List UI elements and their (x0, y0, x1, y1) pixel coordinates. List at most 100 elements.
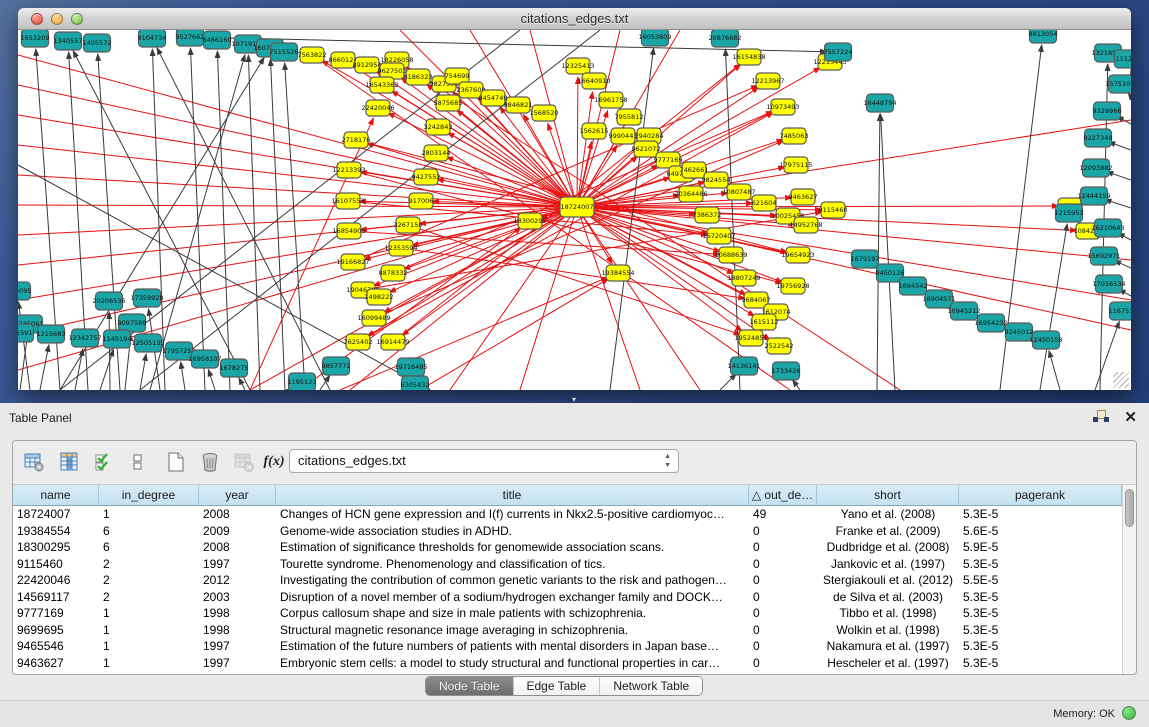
graph-node[interactable]: 1340557 (54, 32, 83, 50)
table-cell[interactable]: Embryonic stem cells: a model to study s… (276, 655, 749, 672)
column-header-name[interactable]: name (13, 485, 99, 505)
graph-node[interactable]: 621604 (752, 195, 777, 211)
table-cell[interactable]: 0 (749, 523, 817, 540)
table-cell[interactable]: 1997 (199, 556, 276, 573)
graph-node[interactable]: 1167538 (1109, 302, 1131, 320)
table-cell[interactable]: 2008 (199, 539, 276, 556)
delete-table-icon[interactable] (231, 449, 257, 475)
graph-node[interactable]: 12093882 (1079, 159, 1112, 177)
table-cell[interactable]: Corpus callosum shape and size in male p… (276, 605, 749, 622)
graph-node[interactable]: 16053809 (638, 30, 671, 46)
new-column-icon[interactable] (163, 449, 189, 475)
table-cell[interactable]: 18300295 (13, 539, 99, 556)
graph-node[interactable]: 9824554 (702, 172, 731, 188)
table-cell[interactable]: 5.3E-5 (959, 506, 1122, 523)
graph-node[interactable]: 9329966 (1093, 102, 1122, 120)
graph-node[interactable]: 12450158 (1029, 331, 1062, 349)
graph-node[interactable]: 10973493 (766, 99, 799, 115)
table-cell[interactable]: 5.3E-5 (959, 605, 1122, 622)
table-cell[interactable]: 0 (749, 556, 817, 573)
graph-node[interactable]: 9463627 (789, 189, 818, 205)
float-panel-icon[interactable] (1093, 410, 1109, 424)
graph-node[interactable]: 7557224 (824, 43, 853, 61)
graph-node[interactable]: 8813054 (1029, 30, 1058, 43)
table-cell[interactable]: Yano et al. (2008) (817, 506, 959, 523)
graph-node[interactable]: 17016534 (1092, 275, 1125, 293)
table-cell[interactable]: 5.3E-5 (959, 655, 1122, 672)
graph-node[interactable]: 16099489 (357, 310, 390, 326)
table-cell[interactable]: 2008 (199, 506, 276, 523)
graph-node[interactable]: 12213967 (751, 73, 784, 89)
graph-node[interactable]: 16958107 (188, 350, 221, 368)
graph-node[interactable]: 9227349 (1084, 129, 1113, 147)
graph-node[interactable]: 1615112 (750, 314, 779, 330)
table-cell[interactable]: 0 (749, 539, 817, 556)
table-cell[interactable]: 0 (749, 589, 817, 606)
table-cell[interactable]: Genome-wide association studies in ADHD. (276, 523, 749, 540)
graph-node[interactable]: 2522542 (765, 338, 794, 354)
graph-node[interactable]: 7625402 (344, 334, 373, 350)
graph-node[interactable]: 17975115 (779, 157, 812, 173)
graph-node[interactable]: 19654923 (781, 247, 814, 263)
graph-node[interactable]: 12325413 (561, 58, 594, 74)
table-cell[interactable]: 0 (749, 605, 817, 622)
graph-node[interactable]: 1195123 (288, 373, 317, 390)
table-cell[interactable]: 5.5E-5 (959, 572, 1122, 589)
table-cell[interactable]: Jankovic et al. (1997) (817, 556, 959, 573)
graph-node[interactable]: 9846821 (504, 97, 533, 113)
table-cell[interactable]: 5.3E-5 (959, 556, 1122, 573)
graph-node[interactable]: 19756928 (776, 278, 809, 294)
table-cell[interactable]: 2009 (199, 523, 276, 540)
table-row[interactable]: 911546021997Tourette syndrome. Phenomeno… (13, 556, 1122, 573)
graph-node[interactable]: 1145194 (103, 330, 132, 348)
graph-node[interactable]: 12213393 (332, 162, 365, 178)
graph-node[interactable]: 2516095 (18, 282, 31, 300)
table-cell[interactable]: Changes of HCN gene expression and I(f) … (276, 506, 749, 523)
table-cell[interactable]: 1 (99, 506, 199, 523)
graph-node[interactable]: 17359928 (130, 289, 163, 307)
table-cell[interactable]: 0 (749, 638, 817, 655)
graph-node[interactable]: 1679197 (851, 250, 880, 268)
table-cell[interactable]: 5.6E-5 (959, 523, 1122, 540)
graph-node[interactable]: 3267150 (394, 217, 423, 233)
table-cell[interactable]: Wolkin et al. (1998) (817, 622, 959, 639)
table-row[interactable]: 1456911722003Disruption of a novel membe… (13, 589, 1122, 606)
close-panel-icon[interactable]: ✕ (1124, 408, 1137, 426)
table-cell[interactable]: Disruption of a novel member of a sodium… (276, 589, 749, 606)
table-cell[interactable]: 9777169 (13, 605, 99, 622)
table-cell[interactable]: 1998 (199, 622, 276, 639)
table-cell[interactable]: 6 (99, 539, 199, 556)
table-cell[interactable]: 0 (749, 655, 817, 672)
graph-node[interactable]: 8878332 (379, 265, 408, 281)
graph-node[interactable]: 9990443 (609, 128, 638, 144)
graph-node[interactable]: 16954232 (974, 314, 1007, 332)
show-columns-icon[interactable] (57, 449, 83, 475)
table-row[interactable]: 969969511998Structural magnetic resonanc… (13, 622, 1122, 639)
graph-node[interactable]: 6466160 (203, 31, 232, 49)
graph-node[interactable]: 9857771 (322, 357, 351, 375)
tab-node-table[interactable]: Node Table (426, 677, 514, 695)
table-row[interactable]: 977716911998Corpus callosum shape and si… (13, 605, 1122, 622)
table-cell[interactable]: 1 (99, 638, 199, 655)
graph-node[interactable]: 1694542 (899, 277, 928, 295)
table-cell[interactable]: 5.9E-5 (959, 539, 1122, 556)
graph-node[interactable]: 7485063 (780, 128, 809, 144)
graph-node[interactable]: 9115460 (819, 202, 848, 218)
table-cell[interactable]: Estimation of the future numbers of pati… (276, 638, 749, 655)
table-scrollbar[interactable] (1122, 485, 1136, 674)
column-header-out_de[interactable]: △ out_de… (749, 485, 817, 505)
function-builder-icon[interactable]: f​(x) (261, 449, 287, 475)
table-cell[interactable]: 9115460 (13, 556, 99, 573)
graph-node[interactable]: 1215683 (37, 325, 66, 343)
table-selector-dropdown[interactable]: citations_edges.txt ▲▼ (289, 449, 679, 473)
table-cell[interactable]: 1998 (199, 605, 276, 622)
graph-node[interactable]: 16543362 (365, 77, 398, 93)
table-cell[interactable]: 19384554 (13, 523, 99, 540)
tab-network-table[interactable]: Network Table (600, 677, 702, 695)
graph-node[interactable]: 19384554 (601, 265, 634, 281)
graph-node[interactable]: 1568520 (530, 105, 559, 121)
graph-node[interactable]: 9427552 (412, 169, 441, 185)
table-cell[interactable]: Stergiakouli et al. (2012) (817, 572, 959, 589)
graph-node[interactable]: 15751074 (1105, 75, 1131, 93)
table-cell[interactable]: 2 (99, 556, 199, 573)
